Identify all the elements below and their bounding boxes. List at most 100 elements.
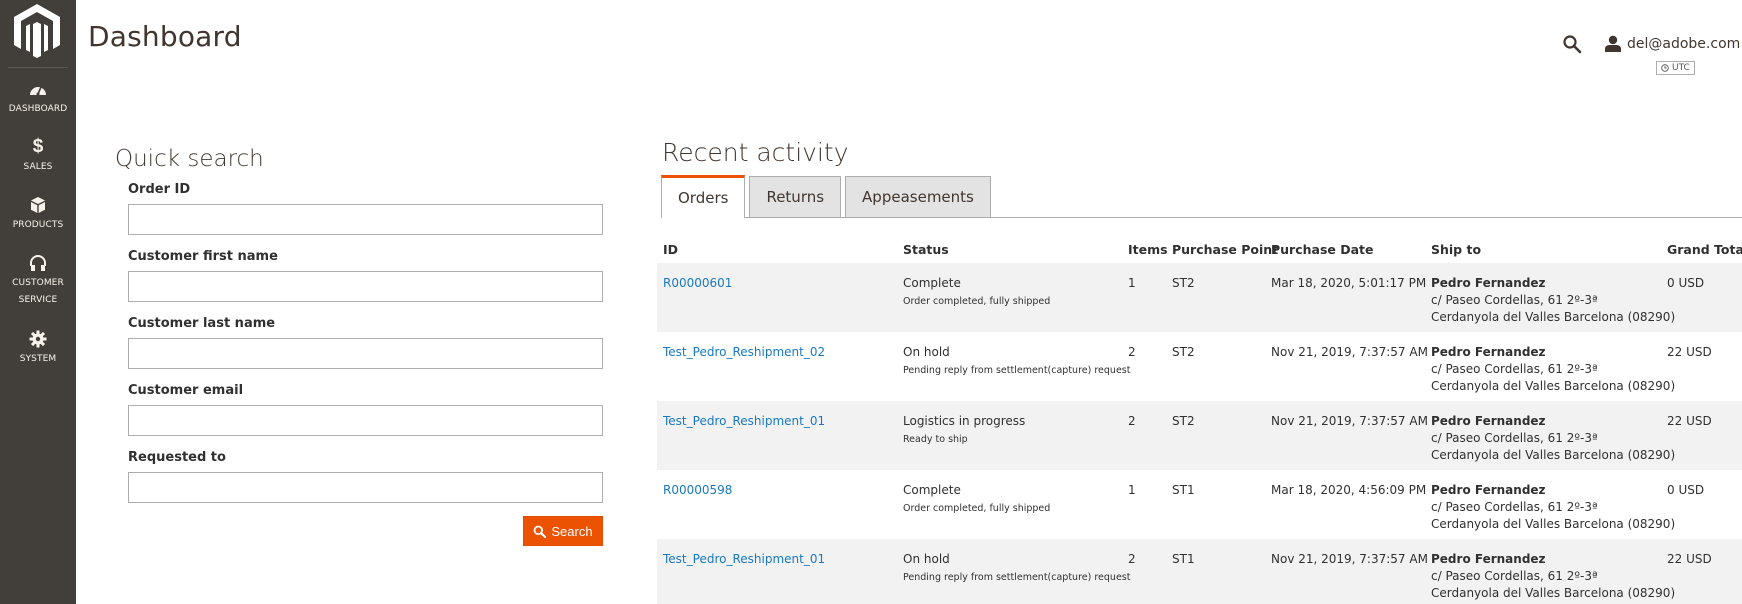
column-header-purchase-date[interactable]: Purchase Date [1265,235,1425,263]
order-id-field: Order ID [128,182,603,235]
customer-email-field: Customer email [128,383,603,436]
dashboard-icon [30,86,46,96]
ship-to-address-line2: Cerdanyola del Valles Barcelona (08290) [1431,448,1676,462]
status-text: Logistics in progress [903,414,1026,428]
customer-email-label: Customer email [128,383,244,398]
column-header-items[interactable]: Items [1122,235,1168,263]
recent-activity-tabs: Orders Returns Appeasements [661,175,1742,218]
column-header-status[interactable]: Status [897,235,1122,263]
status-text: On hold [903,345,950,359]
sidebar-label: SALES [23,162,53,172]
status-cell: Logistics in progress Ready to ship [897,401,1122,470]
ship-to-address-line1: c/ Paseo Cordellas, 61 2º-3ª [1431,362,1598,376]
ship-to-name: Pedro Fernandez [1431,276,1546,290]
order-id-link[interactable]: Test_Pedro_Reshipment_01 [663,552,825,566]
orders-table: ID Status Items Purchase Point Purchase … [657,235,1742,604]
column-header-id[interactable]: ID [657,235,897,263]
ship-to-name: Pedro Fernandez [1431,552,1546,566]
status-text: Complete [903,483,961,497]
recent-activity-title: Recent activity [662,138,849,167]
dollar-icon: $ [32,136,44,157]
status-text: Complete [903,276,961,290]
logo-divider [8,67,68,68]
order-id-link[interactable]: Test_Pedro_Reshipment_01 [663,414,825,428]
headset-icon [30,255,46,271]
ship-to-cell: Pedro Fernandez c/ Paseo Cordellas, 61 2… [1425,539,1676,604]
sidebar-item-dashboard[interactable]: DASHBOARD [0,80,76,118]
table-row[interactable]: R00000601 Complete Order completed, full… [657,263,1742,332]
sidebar-label: CUSTOMER [12,278,64,288]
sidebar-item-system[interactable]: SYSTEM [0,330,76,368]
user-email: del@adobe.com [1627,35,1741,52]
global-search-icon[interactable] [1562,34,1582,54]
customer-first-name-field: Customer first name [128,249,603,302]
sidebar-label-line2: SERVICE [18,295,58,305]
column-header-grand-total[interactable]: Grand Total [1661,235,1742,263]
ship-to-address-line1: c/ Paseo Cordellas, 61 2º-3ª [1431,293,1598,307]
quick-search-title: Quick search [115,146,264,172]
items-cell: 1 [1122,263,1166,332]
tab-returns[interactable]: Returns [749,176,842,217]
purchase-date-cell: Nov 21, 2019, 7:37:57 AM [1271,345,1428,359]
customer-last-name-input[interactable] [128,338,603,369]
order-id-link[interactable]: Test_Pedro_Reshipment_02 [663,345,825,359]
user-account-menu[interactable]: del@adobe.com [1605,35,1742,52]
ship-to-address-line2: Cerdanyola del Valles Barcelona (08290) [1431,586,1676,600]
ship-to-cell: Pedro Fernandez c/ Paseo Cordellas, 61 2… [1425,332,1676,401]
ship-to-address-line1: c/ Paseo Cordellas, 61 2º-3ª [1431,569,1598,583]
order-id-link[interactable]: R00000601 [663,276,732,290]
ship-to-address-line2: Cerdanyola del Valles Barcelona (08290) [1431,379,1676,393]
timezone-label: UTC [1672,63,1690,73]
order-id-cell: R00000598 [657,470,897,539]
magento-logo-icon[interactable] [14,4,60,58]
ship-to-name: Pedro Fernandez [1431,345,1546,359]
table-row[interactable]: Test_Pedro_Reshipment_02 On hold Pending… [657,332,1742,401]
status-cell: On hold Pending reply from settlement(ca… [897,332,1131,401]
user-icon [1605,35,1621,52]
status-cell: Complete Order completed, fully shipped [897,470,1122,539]
sidebar-item-sales[interactable]: $ SALES [0,136,76,176]
customer-email-input[interactable] [128,405,603,436]
purchase-point-cell: ST1 [1166,539,1265,604]
table-row[interactable]: Test_Pedro_Reshipment_01 Logistics in pr… [657,401,1742,470]
table-row[interactable]: R00000598 Complete Order completed, full… [657,470,1742,539]
sidebar-item-products[interactable]: PRODUCTS [0,196,76,234]
column-header-ship-to[interactable]: Ship to [1425,235,1661,263]
sidebar-item-customer-service[interactable]: CUSTOMER SERVICE [0,254,76,309]
order-id-label: Order ID [128,182,191,197]
purchase-point-cell: ST2 [1166,263,1265,332]
order-id-cell: Test_Pedro_Reshipment_01 [657,539,897,604]
order-id-cell: Test_Pedro_Reshipment_01 [657,401,897,470]
ship-to-address-line2: Cerdanyola del Valles Barcelona (08290) [1431,310,1676,324]
ship-to-address-line1: c/ Paseo Cordellas, 61 2º-3ª [1431,500,1598,514]
purchase-date-cell: Nov 21, 2019, 7:37:57 AM [1265,539,1428,604]
timezone-badge: UTC [1656,61,1695,75]
customer-first-name-label: Customer first name [128,249,278,264]
search-button[interactable]: Search [523,516,603,546]
purchase-date-cell: Mar 18, 2020, 4:56:09 PM [1271,483,1427,497]
sidebar-label: SYSTEM [19,354,57,364]
column-header-purchase-point[interactable]: Purchase Point [1166,235,1278,263]
order-id-input[interactable] [128,204,603,235]
tab-orders[interactable]: Orders [661,175,746,218]
box-icon [31,197,45,213]
customer-last-name-field: Customer last name [128,316,603,369]
tab-appeasements[interactable]: Appeasements [845,176,991,217]
customer-last-name-label: Customer last name [128,316,276,331]
status-text: On hold [903,552,950,566]
search-icon [533,525,547,538]
ship-to-name: Pedro Fernandez [1431,414,1546,428]
items-cell: 2 [1122,401,1166,470]
status-cell: On hold Pending reply from settlement(ca… [897,539,1130,604]
status-detail: Pending reply from settlement(capture) r… [903,365,1131,376]
purchase-date-cell: Nov 21, 2019, 7:37:57 AM [1265,401,1428,470]
admin-sidebar: DASHBOARD $ SALES PRODUCTS CUSTOMER SERV… [0,0,76,604]
sidebar-label: PRODUCTS [12,220,64,230]
customer-first-name-input[interactable] [128,271,603,302]
ship-to-cell: Pedro Fernandez c/ Paseo Cordellas, 61 2… [1425,401,1676,470]
order-id-link[interactable]: R00000598 [663,483,732,497]
status-detail: Order completed, fully shipped [903,296,1051,307]
requested-to-input[interactable] [128,472,603,503]
status-cell: Complete Order completed, fully shipped [897,263,1122,332]
table-row[interactable]: Test_Pedro_Reshipment_01 On hold Pending… [657,539,1742,604]
